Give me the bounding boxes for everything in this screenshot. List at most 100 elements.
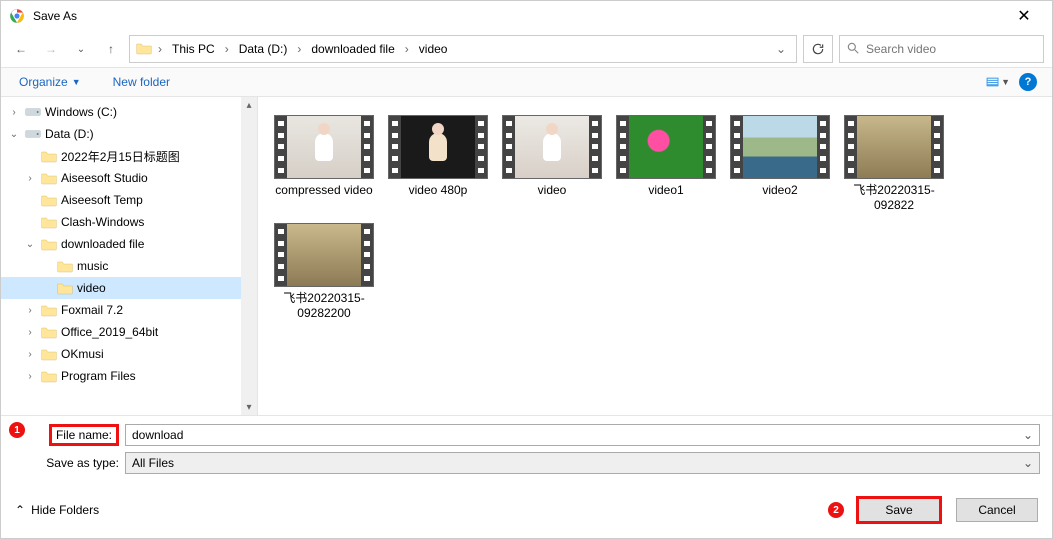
folder-icon xyxy=(57,258,73,274)
file-item[interactable]: compressed video xyxy=(270,115,378,213)
address-dropdown[interactable]: ⌄ xyxy=(772,42,790,56)
search-icon xyxy=(846,41,860,58)
file-label: video1 xyxy=(648,183,683,198)
refresh-button[interactable] xyxy=(803,35,833,63)
type-value: All Files xyxy=(132,456,1019,470)
expand-toggle[interactable]: › xyxy=(23,305,37,316)
expand-toggle[interactable]: › xyxy=(23,173,37,184)
expand-toggle[interactable]: › xyxy=(23,349,37,360)
chevron-right-icon: › xyxy=(223,42,231,56)
expand-toggle[interactable]: › xyxy=(23,327,37,338)
breadcrumb-folder[interactable]: downloaded file xyxy=(307,40,398,58)
folder-icon xyxy=(41,368,57,384)
folder-icon xyxy=(57,280,73,296)
up-button[interactable]: ↑ xyxy=(99,37,123,61)
file-item[interactable]: video1 xyxy=(612,115,720,213)
scroll-down-icon[interactable]: ▾ xyxy=(241,399,257,415)
breadcrumb-drive[interactable]: Data (D:) xyxy=(235,40,292,58)
tree-item-data-d[interactable]: ⌄ Data (D:) xyxy=(1,123,257,145)
video-thumbnail xyxy=(274,115,374,179)
file-label: video2 xyxy=(762,183,797,198)
file-item[interactable]: video 480p xyxy=(384,115,492,213)
dialog-footer: ⌃ Hide Folders 2 Save Cancel xyxy=(1,486,1052,538)
new-folder-button[interactable]: New folder xyxy=(107,71,176,93)
app-icon xyxy=(9,8,25,24)
search-input[interactable] xyxy=(866,42,1037,56)
tree-item-windows-c[interactable]: ›Windows (C:) xyxy=(1,101,257,123)
file-item[interactable]: 飞书20220315-09282200 xyxy=(270,223,378,321)
hide-folders-toggle[interactable]: ⌃ Hide Folders xyxy=(15,503,99,517)
folder-icon xyxy=(41,170,57,186)
cancel-label: Cancel xyxy=(978,503,1015,517)
chevron-down-icon[interactable]: ⌄ xyxy=(1019,456,1033,470)
scroll-up-icon[interactable]: ▴ xyxy=(241,97,257,113)
close-button[interactable]: ✕ xyxy=(1004,6,1044,26)
help-button[interactable]: ? xyxy=(1016,70,1040,94)
folder-tree[interactable]: ›Windows (C:) ⌄ Data (D:) 2022年2月15日标题图 ›… xyxy=(1,97,258,415)
view-menu[interactable]: ▼ xyxy=(986,70,1010,94)
tree-item[interactable]: › Program Files xyxy=(1,365,257,387)
file-label: 飞书20220315-09282200 xyxy=(270,291,378,321)
tree-item-video[interactable]: video xyxy=(1,277,257,299)
video-thumbnail xyxy=(844,115,944,179)
save-label: Save xyxy=(885,503,912,517)
tree-label: Data (D:) xyxy=(45,127,94,141)
collapse-toggle[interactable]: ⌄ xyxy=(23,239,37,250)
address-bar[interactable]: › This PC › Data (D:) › downloaded file … xyxy=(129,35,797,63)
organize-menu[interactable]: Organize▼ xyxy=(13,71,87,93)
filename-combo[interactable]: ⌄ xyxy=(125,424,1040,446)
drive-icon xyxy=(25,126,41,142)
breadcrumb-thispc[interactable]: This PC xyxy=(168,40,219,58)
tree-item-music[interactable]: music xyxy=(1,255,257,277)
type-label: Save as type: xyxy=(13,456,125,470)
file-item[interactable]: video xyxy=(498,115,606,213)
file-item[interactable]: 飞书20220315-092822 xyxy=(840,115,948,213)
back-button[interactable]: ← xyxy=(9,37,33,61)
tree-item-downloaded[interactable]: ⌄downloaded file xyxy=(1,233,257,255)
search-box[interactable] xyxy=(839,35,1044,63)
window-title: Save As xyxy=(33,9,1004,23)
filename-input[interactable] xyxy=(132,428,1019,442)
chevron-down-icon[interactable]: ⌄ xyxy=(1019,428,1033,442)
tree-item[interactable]: › Foxmail 7.2 xyxy=(1,299,257,321)
help-icon: ? xyxy=(1019,73,1037,91)
collapse-toggle[interactable]: ⌄ xyxy=(7,129,21,140)
folder-icon xyxy=(41,324,57,340)
tree-label: Aiseesoft Temp xyxy=(61,193,143,207)
file-item[interactable]: video2 xyxy=(726,115,834,213)
folder-icon xyxy=(41,346,57,362)
folder-icon xyxy=(41,236,57,252)
tree-label: Clash-Windows xyxy=(61,215,144,229)
tree-item[interactable]: 2022年2月15日标题图 xyxy=(1,145,257,167)
expand-toggle[interactable]: › xyxy=(23,371,37,382)
chevron-right-icon: › xyxy=(403,42,411,56)
tree-label: Foxmail 7.2 xyxy=(61,303,123,317)
tree-item[interactable]: ›Office_2019_64bit xyxy=(1,321,257,343)
file-pane[interactable]: compressed video video 480p video video1… xyxy=(258,97,1052,415)
save-button[interactable]: Save xyxy=(856,496,942,524)
save-form: 1 File name: ⌄ Save as type: All Files ⌄ xyxy=(1,415,1052,486)
cancel-button[interactable]: Cancel xyxy=(956,498,1038,522)
recent-dropdown[interactable]: ⌄ xyxy=(69,37,93,61)
tree-item[interactable]: › Aiseesoft Studio xyxy=(1,167,257,189)
tree-label: 2022年2月15日标题图 xyxy=(61,148,180,165)
type-combo[interactable]: All Files ⌄ xyxy=(125,452,1040,474)
filename-label-wrap: 1 File name: xyxy=(13,424,125,446)
file-label: video xyxy=(538,183,567,198)
breadcrumb-current[interactable]: video xyxy=(415,40,452,58)
folder-icon xyxy=(41,302,57,318)
expand-toggle[interactable]: › xyxy=(7,107,21,118)
tree-label: OKmusi xyxy=(61,347,104,361)
tree-scrollbar[interactable]: ▴ ▾ xyxy=(241,97,257,415)
filename-label: File name: xyxy=(49,424,119,446)
tree-item[interactable]: › OKmusi xyxy=(1,343,257,365)
tree-label: Aiseesoft Studio xyxy=(61,171,148,185)
organize-label: Organize xyxy=(19,75,68,89)
tree-item[interactable]: Aiseesoft Temp xyxy=(1,189,257,211)
tree-label: Program Files xyxy=(61,369,136,383)
tree-label: music xyxy=(77,259,108,273)
annotation-badge-2: 2 xyxy=(828,502,844,518)
video-thumbnail xyxy=(502,115,602,179)
forward-button[interactable]: → xyxy=(39,37,63,61)
tree-item[interactable]: Clash-Windows xyxy=(1,211,257,233)
